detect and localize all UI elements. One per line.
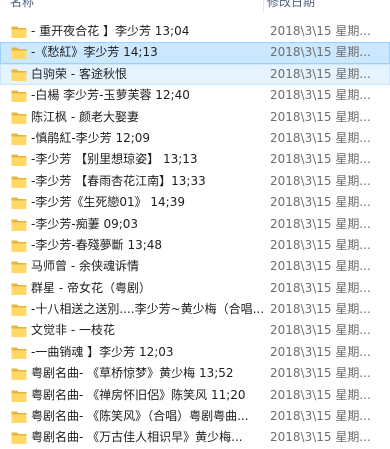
folder-icon (11, 389, 27, 403)
file-list: - 重开夜合花 】李少芳 13;04 2018\3\15 星期... -《愁紅》… (0, 21, 390, 449)
list-item[interactable]: - 重开夜合花 】李少芳 13;04 2018\3\15 星期... (0, 21, 390, 42)
folder-icon (11, 410, 27, 424)
folder-icon (11, 25, 27, 39)
folder-icon (11, 153, 27, 167)
list-item[interactable]: -慎鹃紅-李少芳 12;09 2018\3\15 星期... (0, 128, 390, 149)
list-item[interactable]: 粤剧名曲- 《陈笑风》（合唱）粤剧粤曲... 2018\3\15 星期... (0, 406, 390, 427)
column-separator[interactable] (263, 0, 264, 12)
file-name: 粤剧名曲- 《陈笑风》（合唱）粤剧粤曲... (31, 409, 249, 424)
date-modified: 2018\3\15 星期... (270, 195, 371, 210)
file-name: 群星 - 帝女花（粤剧） (31, 280, 151, 295)
folder-icon (11, 303, 27, 317)
date-modified: 2018\3\15 星期... (270, 216, 371, 231)
file-name: -白楊 李少芳-玉萝芙蓉 12;40 (31, 88, 190, 103)
folder-icon (11, 132, 27, 146)
folder-icon (11, 367, 27, 381)
list-item[interactable]: -十八相送之送別....李少芳~黄少梅（合唱... 2018\3\15 星期..… (0, 299, 390, 320)
date-modified: 2018\3\15 星期... (270, 173, 371, 188)
date-modified-column-header[interactable]: 修改日期 (267, 0, 390, 12)
date-modified: 2018\3\15 星期... (270, 24, 371, 38)
file-name: 粤剧名曲- 《万古佳人相识早》黄少梅... (31, 430, 243, 445)
folder-icon (11, 46, 27, 60)
file-name: -李少芳-春殘夢斷 13;48 (31, 237, 163, 252)
list-item[interactable]: -李少芳《生死戀01》 14;39 2018\3\15 星期... (0, 192, 390, 213)
file-name: 文觉非 - 一枝花 (31, 323, 115, 338)
date-modified: 2018\3\15 星期... (270, 409, 371, 424)
list-item[interactable]: 白驹荣 - 客途秋恨 2018\3\15 星期... (0, 63, 390, 86)
folder-icon (11, 346, 27, 360)
date-modified: 2018\3\15 星期... (270, 280, 371, 295)
date-modified: 2018\3\15 星期... (270, 344, 371, 359)
date-modified: 2018\3\15 星期... (270, 109, 371, 124)
list-item[interactable]: -白楊 李少芳-玉萝芙蓉 12;40 2018\3\15 星期... (0, 85, 390, 106)
file-name: -十八相送之送別....李少芳~黄少梅（合唱... (31, 302, 265, 317)
file-name: 陈江枫 - 颜老大娶妻 (31, 109, 139, 124)
date-modified: 2018\3\15 星期... (270, 152, 371, 167)
date-modified: 2018\3\15 星期... (270, 130, 371, 145)
file-name: 粤剧名曲- 《禅房怀旧侶》陈笑风 11;20 (31, 387, 246, 402)
file-name: 马师曾 - 余侠魂诉情 (31, 259, 139, 274)
list-item[interactable]: 群星 - 帝女花（粤剧） 2018\3\15 星期... (0, 278, 390, 299)
file-name: -《愁紅》李少芳 14;13 (31, 45, 158, 60)
folder-icon (11, 175, 27, 189)
file-name: 白驹荣 - 客途秋恨 (31, 66, 127, 81)
date-modified: 2018\3\15 星期... (270, 430, 371, 445)
list-item[interactable]: -李少芳-春殘夢斷 13;48 2018\3\15 星期... (0, 235, 390, 256)
list-item[interactable]: 文觉非 - 一枝花 2018\3\15 星期... (0, 320, 390, 341)
name-column-header[interactable]: 名称 (0, 0, 262, 12)
folder-icon (11, 431, 27, 445)
folder-icon (11, 260, 27, 274)
folder-icon (11, 68, 27, 82)
date-modified: 2018\3\15 星期... (270, 323, 371, 338)
file-name: -慎鹃紅-李少芳 12;09 (31, 130, 151, 145)
folder-icon (11, 196, 27, 210)
list-item[interactable]: 粤剧名曲- 《万古佳人相识早》黄少梅... 2018\3\15 星期... (0, 427, 390, 448)
folder-icon (11, 324, 27, 338)
list-item[interactable]: -李少芳 【春雨杏花江南】13;33 2018\3\15 星期... (0, 171, 390, 192)
date-modified: 2018\3\15 星期... (270, 366, 371, 381)
date-modified: 2018\3\15 星期... (270, 88, 371, 103)
list-item[interactable]: -《愁紅》李少芳 14;13 2018\3\15 星期... (0, 42, 390, 64)
folder-icon (11, 218, 27, 232)
file-name: -李少芳-痴萋 09;03 (31, 216, 139, 231)
list-item[interactable]: 粤剧名曲- 《禅房怀旧侶》陈笑风 11;20 2018\3\15 星期... (0, 385, 390, 406)
list-item[interactable]: -一曲销魂 】李少芳 12;03 2018\3\15 星期... (0, 342, 390, 363)
list-item[interactable]: -李少芳-痴萋 09;03 2018\3\15 星期... (0, 214, 390, 235)
column-header: 名称 修改日期 (0, 0, 390, 12)
list-item[interactable]: 陈江枫 - 颜老大娶妻 2018\3\15 星期... (0, 107, 390, 128)
folder-icon (11, 89, 27, 103)
date-modified: 2018\3\15 星期... (270, 66, 371, 81)
file-name: -李少芳 【春雨杏花江南】13;33 (31, 173, 206, 188)
date-modified: 2018\3\15 星期... (270, 45, 371, 60)
folder-icon (11, 111, 27, 125)
file-name: -一曲销魂 】李少芳 12;03 (31, 344, 174, 359)
date-modified: 2018\3\15 星期... (270, 387, 371, 402)
file-name: 粤剧名曲- 《草桥惊梦》黄少梅 13;52 (31, 366, 234, 381)
list-item[interactable]: 马师曾 - 余侠魂诉情 2018\3\15 星期... (0, 256, 390, 277)
date-modified: 2018\3\15 星期... (270, 259, 371, 274)
date-modified: 2018\3\15 星期... (270, 237, 371, 252)
file-name: - 重开夜合花 】李少芳 13;04 (31, 24, 190, 38)
file-name: -李少芳《生死戀01》 14;39 (31, 195, 185, 210)
list-item[interactable]: 粤剧名曲- 《草桥惊梦》黄少梅 13;52 2018\3\15 星期... (0, 363, 390, 384)
date-modified: 2018\3\15 星期... (270, 302, 371, 317)
folder-icon (11, 282, 27, 296)
list-item[interactable]: -李少芳 【别里想琼姿】 13;13 2018\3\15 星期... (0, 149, 390, 170)
folder-icon (11, 239, 27, 253)
file-name: -李少芳 【别里想琼姿】 13;13 (31, 152, 198, 167)
